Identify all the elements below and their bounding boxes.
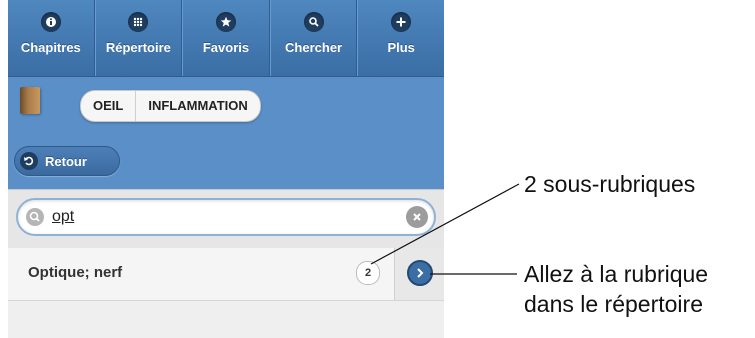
subrubrics-pointer-line bbox=[370, 183, 520, 265]
annotation-goto-line2: dans le répertoire bbox=[524, 291, 703, 317]
annotation-goto-line1: Allez à la rubrique bbox=[524, 261, 709, 287]
annotation-subrubrics: 2 sous-rubriques bbox=[524, 171, 696, 197]
